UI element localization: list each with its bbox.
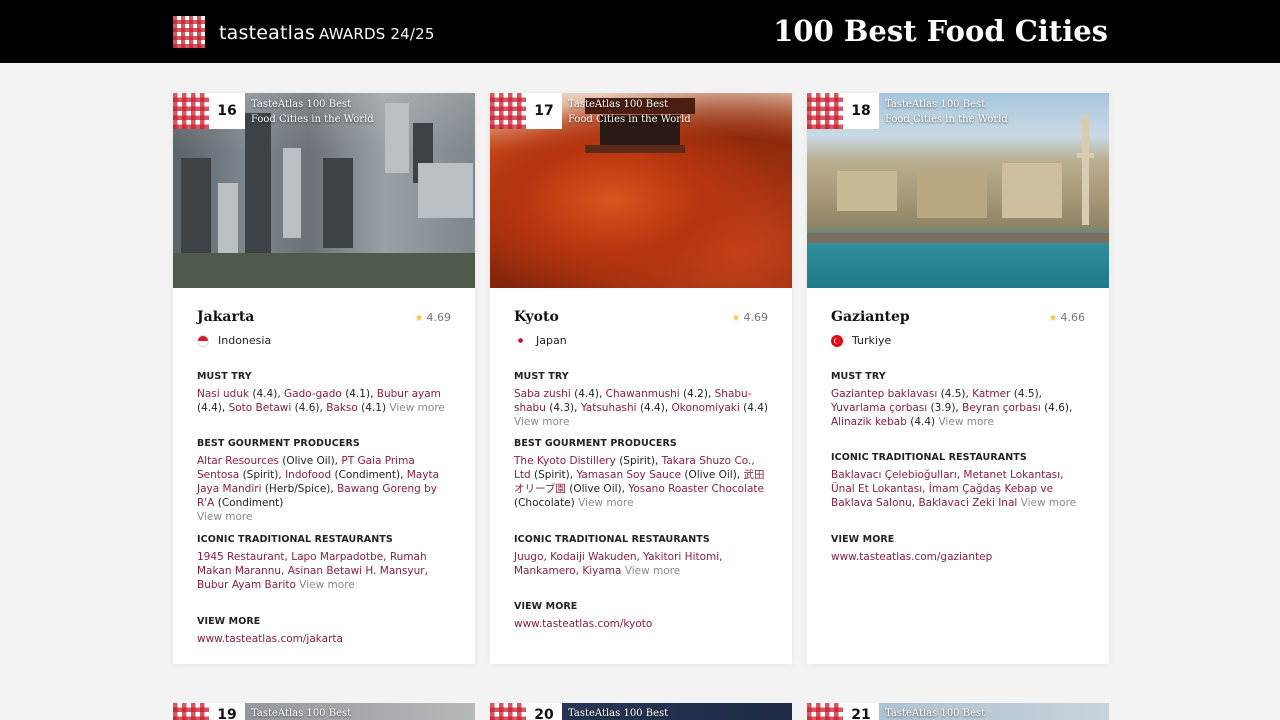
producers-section: BEST GOURMENT PRODUCERS Altar Resources … [197,438,440,523]
brand-subtitle: AWARDS 24/25 [319,25,435,43]
city-url-link[interactable]: www.tasteatlas.com/kyoto [514,617,770,631]
star-icon: ★ [414,313,424,324]
city-name[interactable]: Gaziantep [831,309,910,325]
restaurants-section: ICONIC TRADITIONAL RESTAURANTS Juugo, Ko… [514,534,723,577]
indonesia-flag-icon [197,334,209,347]
dish-link[interactable]: Chawanmushi [606,388,680,400]
top-bar: tasteatlas AWARDS 24/25 100 Best Food Cit… [0,0,1280,63]
award-badge: TasteAtlas 100 Best Food Cities in the W… [251,99,374,125]
view-more-link[interactable]: View more [1021,497,1076,509]
award-badge: TasteAtlas 100 Best Food Cities in the W… [568,99,691,125]
view-more-link[interactable]: View more [197,511,252,523]
must-try-section: MUST TRY Saba zushi (4.4), Chawanmushi (… [514,371,769,428]
city-url-link[interactable]: www.tasteatlas.com/gaziantep [831,550,1087,564]
dish-link[interactable]: Bubur ayam [377,388,441,400]
view-more-link[interactable]: View more [578,497,633,509]
must-try-section: MUST TRY Nasi uduk (4.4), Gado-gado (4.1… [197,371,445,414]
view-more-section: VIEW MORE www.tasteatlas.com/gaziantep [831,533,1087,564]
japan-flag-icon [516,336,525,345]
rank-number: 21 [843,703,879,720]
dish-link[interactable]: Alinazik kebab [831,416,907,428]
dish-link[interactable]: Okonomiyaki [672,402,740,414]
view-more-link[interactable]: View more [514,416,569,428]
award-badge: TasteAtlas 100 Best [885,708,986,719]
tasteatlas-logo-icon[interactable] [173,16,205,48]
rank-checker-icon [490,93,526,129]
city-rating: ★ 4.66 [1048,311,1085,324]
city-card-next-1[interactable]: 19 TasteAtlas 100 Best [173,703,475,720]
award-badge: TasteAtlas 100 Best [251,708,352,719]
producer-link[interactable]: The Kyoto Distillery [514,455,616,467]
country[interactable]: Indonesia [197,334,271,347]
rank-checker-icon [173,93,209,129]
rank-checker-icon [490,703,526,720]
star-icon: ★ [1048,313,1058,324]
rank-checker-icon [173,703,209,720]
city-rating: ★ 4.69 [414,311,451,324]
dish-link[interactable]: Gado-gado [284,388,342,400]
view-more-section: VIEW MORE www.tasteatlas.com/kyoto [514,600,770,631]
brand-logo-text[interactable]: tasteatlas AWARDS 24/25 [219,22,435,44]
star-icon: ★ [731,313,741,324]
producers-section: BEST GOURMENT PRODUCERS The Kyoto Distil… [514,438,765,509]
producer-link[interactable]: Yamasan Soy Sauce [576,469,681,481]
rank-number: 17 [526,93,562,129]
country[interactable]: Japan [514,334,567,347]
producer-link[interactable]: Yosano Roaster Chocolate [628,483,764,495]
rank-number: 19 [209,703,245,720]
award-badge: TasteAtlas 100 Best Food Cities in the W… [885,99,1008,125]
view-more-link[interactable]: View more [389,402,444,414]
dish-link[interactable]: Soto Betawi [229,402,292,414]
dish-link[interactable]: Yatsuhashi [581,402,637,414]
page-title: 100 Best Food Cities [773,14,1108,48]
rank-number: 18 [843,93,879,129]
restaurants-links[interactable]: Juugo, Kodaiji Wakuden, Yakitori Hitomi,… [514,551,723,577]
dish-link[interactable]: Katmer [972,388,1010,400]
rank-checker-icon [807,93,843,129]
city-card-gaziantep: 18 TasteAtlas 100 Best Food Cities in th… [807,93,1109,664]
award-badge: TasteAtlas 100 Best [568,708,669,719]
dish-link[interactable]: Saba zushi [514,388,571,400]
city-card-jakarta: 16 TasteAtlas 100 Best Food Cities in th… [173,93,475,664]
dish-link[interactable]: Beyran çorbası [962,402,1041,414]
city-url-link[interactable]: www.tasteatlas.com/jakarta [197,632,453,646]
producer-link[interactable]: Indofood [285,469,331,481]
rank-number: 16 [209,93,245,129]
must-try-section: MUST TRY Gaziantep baklavası (4.5), Katm… [831,371,1073,428]
restaurants-section: ICONIC TRADITIONAL RESTAURANTS Baklavacı… [831,452,1077,509]
rank-number: 20 [526,703,562,720]
dish-link[interactable]: Bakso [326,402,358,414]
view-more-link[interactable]: View more [299,579,354,591]
dish-link[interactable]: Nasi uduk [197,388,249,400]
view-more-link[interactable]: View more [625,565,680,577]
view-more-section: VIEW MORE www.tasteatlas.com/jakarta [197,615,453,646]
view-more-link[interactable]: View more [938,416,993,428]
city-name[interactable]: Jakarta [197,309,254,325]
turkiye-flag-icon [831,334,843,347]
city-card-kyoto: 17 TasteAtlas 100 Best Food Cities in th… [490,93,792,664]
city-card-next-3[interactable]: 21 TasteAtlas 100 Best [807,703,1109,720]
city-card-next-2[interactable]: 20 TasteAtlas 100 Best [490,703,792,720]
rank-checker-icon [807,703,843,720]
restaurants-section: ICONIC TRADITIONAL RESTAURANTS 1945 Rest… [197,534,428,591]
producer-link[interactable]: Altar Resources [197,455,279,467]
country[interactable]: Turkiye [831,334,891,347]
dish-link[interactable]: Yuvarlama çorbası [831,402,927,414]
city-rating: ★ 4.69 [731,311,768,324]
dish-link[interactable]: Gaziantep baklavası [831,388,937,400]
brand-name: tasteatlas [219,22,316,44]
city-name[interactable]: Kyoto [514,309,559,325]
